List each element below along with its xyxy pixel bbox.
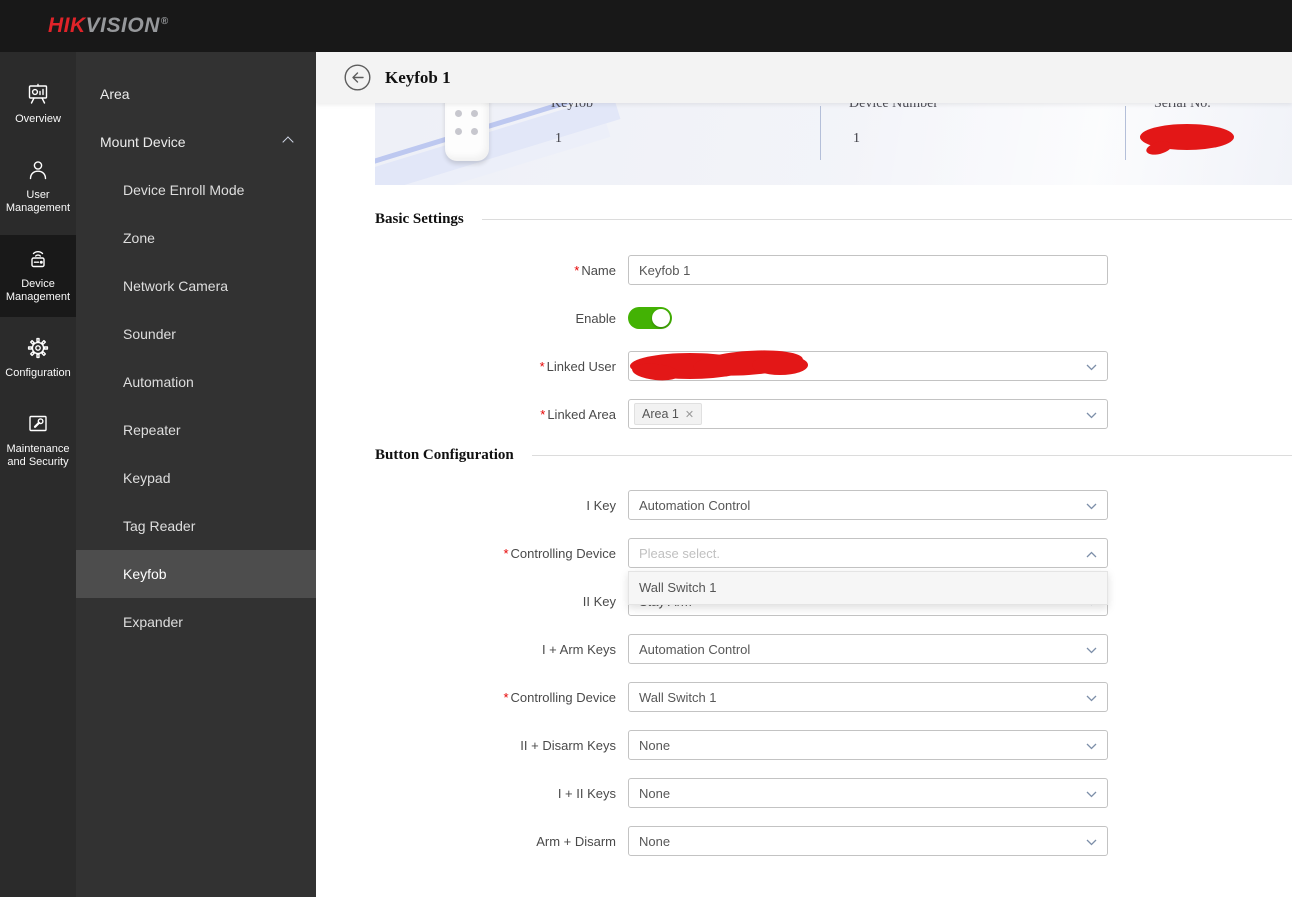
keyfob-device-image [445,103,489,161]
sidebar-item-device-enroll-mode[interactable]: Device Enroll Mode [76,166,316,214]
button-configuration-section-head: Button Configuration [375,447,1292,464]
sidebar-item-automation[interactable]: Automation [76,358,316,406]
enable-field-label: Enable [575,310,616,326]
device-summary-card: Keyfob 1 Device Number 1 Serial No. [375,103,1292,185]
arm-disarm-select[interactable]: None [628,826,1108,856]
linked-user-redaction [630,350,808,381]
overview-icon [28,83,48,104]
controlling-device-2-label: * Controlling Device [503,689,616,705]
controlling-device-dropdown: Wall Switch 1 [628,571,1108,605]
serial-number-redaction [1140,124,1234,155]
sidebar-item-mount-device[interactable]: Mount Device [76,118,316,166]
linked-area-select[interactable]: Area 1 ✕ [628,399,1108,429]
sidebar-item-sounder[interactable]: Sounder [76,310,316,358]
rail-label: Maintenance and Security [6,443,70,468]
i-ii-keys-select[interactable]: None [628,778,1108,808]
ii-disarm-keys-label: II + Disarm Keys [520,737,616,753]
ii-disarm-keys-select[interactable]: None [628,730,1108,760]
rail-item-maintenance-security[interactable]: Maintenance and Security [0,400,76,482]
dropdown-option-wall-switch-1[interactable]: Wall Switch 1 [629,572,1107,604]
enable-toggle[interactable] [628,307,672,329]
section-rule [481,219,1292,220]
card-label-serial-no: Serial No. [1154,103,1211,111]
card-value-keyfob: 1 [555,131,562,146]
rail-label: Configuration [5,367,71,379]
sidebar-item-keypad[interactable]: Keypad [76,454,316,502]
controlling-device-label: * Controlling Device [503,545,616,561]
area-tag-chip: Area 1 ✕ [634,403,703,425]
page-header: Keyfob 1 [316,52,1292,103]
sidebar-item-repeater[interactable]: Repeater [76,406,316,454]
remote-device-icon [31,251,45,268]
arm-disarm-label: Arm + Disarm [536,833,616,849]
area-tag-label: Area 1 [642,407,679,421]
linked-user-field-label: * Linked User [539,358,616,374]
rail-item-overview[interactable]: Overview [0,70,76,139]
rail-label: User Management [5,189,71,214]
remove-tag-icon[interactable]: ✕ [685,408,694,421]
chevron-down-icon [1086,791,1097,798]
chevron-up-icon [282,136,294,148]
card-label-keyfob: Keyfob [551,103,593,111]
chevron-down-icon [1086,647,1097,654]
sidebar-item-keyfob[interactable]: Keyfob [76,550,316,598]
card-value-device-number: 1 [853,131,860,146]
rail-item-device-management[interactable]: Device Management [0,235,76,317]
rail-item-user-management[interactable]: User Management [0,146,76,228]
chevron-down-icon [1086,839,1097,846]
sidebar-item-zone[interactable]: Zone [76,214,316,262]
controlling-device-2-select[interactable]: Wall Switch 1 [628,682,1108,712]
chevron-down-icon [1086,695,1097,702]
sidebar-item-label: Mount Device [100,134,186,150]
hikvision-logo: HIKVISION® [48,14,169,37]
i-ii-keys-label: I + II Keys [557,785,616,801]
basic-settings-section-head: Basic Settings [375,211,1292,228]
name-field-label: * Name [574,262,616,278]
rail-label: Device Management [5,278,71,303]
chevron-up-icon [1086,551,1097,558]
wrench-icon [29,415,47,432]
back-button[interactable] [344,64,371,91]
device-sidebar: Area Mount Device Device Enroll Mode Zon… [76,52,316,897]
i-arm-keys-label: I + Arm Keys [541,641,616,657]
card-separator [820,106,821,160]
chevron-down-icon [1086,364,1097,371]
page-title: Keyfob 1 [385,67,451,87]
i-key-label: I Key [586,497,616,513]
sidebar-item-expander[interactable]: Expander [76,598,316,646]
rail-label: Overview [15,113,61,125]
sidebar-item-tag-reader[interactable]: Tag Reader [76,502,316,550]
chevron-down-icon [1086,412,1097,419]
toggle-knob [652,309,670,327]
name-input[interactable] [628,255,1108,285]
section-title: Basic Settings [375,211,464,227]
rail-item-configuration[interactable]: Configuration [0,324,76,393]
i-key-select[interactable]: Automation Control [628,490,1108,520]
controlling-device-select-open[interactable]: Please select. [628,538,1108,568]
card-label-device-number: Device Number [849,103,939,111]
ii-key-label: II Key [582,593,616,609]
chevron-down-icon [1086,743,1097,750]
user-icon [29,161,47,180]
card-separator [1125,106,1126,160]
section-rule [531,455,1292,456]
i-arm-keys-select[interactable]: Automation Control [628,634,1108,664]
linked-area-field-label: * Linked Area [540,406,616,422]
chevron-down-icon [1086,503,1097,510]
nav-rail: Overview User Management Device Manageme… [0,52,76,897]
sidebar-item-area[interactable]: Area [76,70,316,118]
gear-icon [27,337,49,359]
app-topbar: HIKVISION® [0,0,1292,52]
section-title: Button Configuration [375,447,514,463]
sidebar-item-network-camera[interactable]: Network Camera [76,262,316,310]
